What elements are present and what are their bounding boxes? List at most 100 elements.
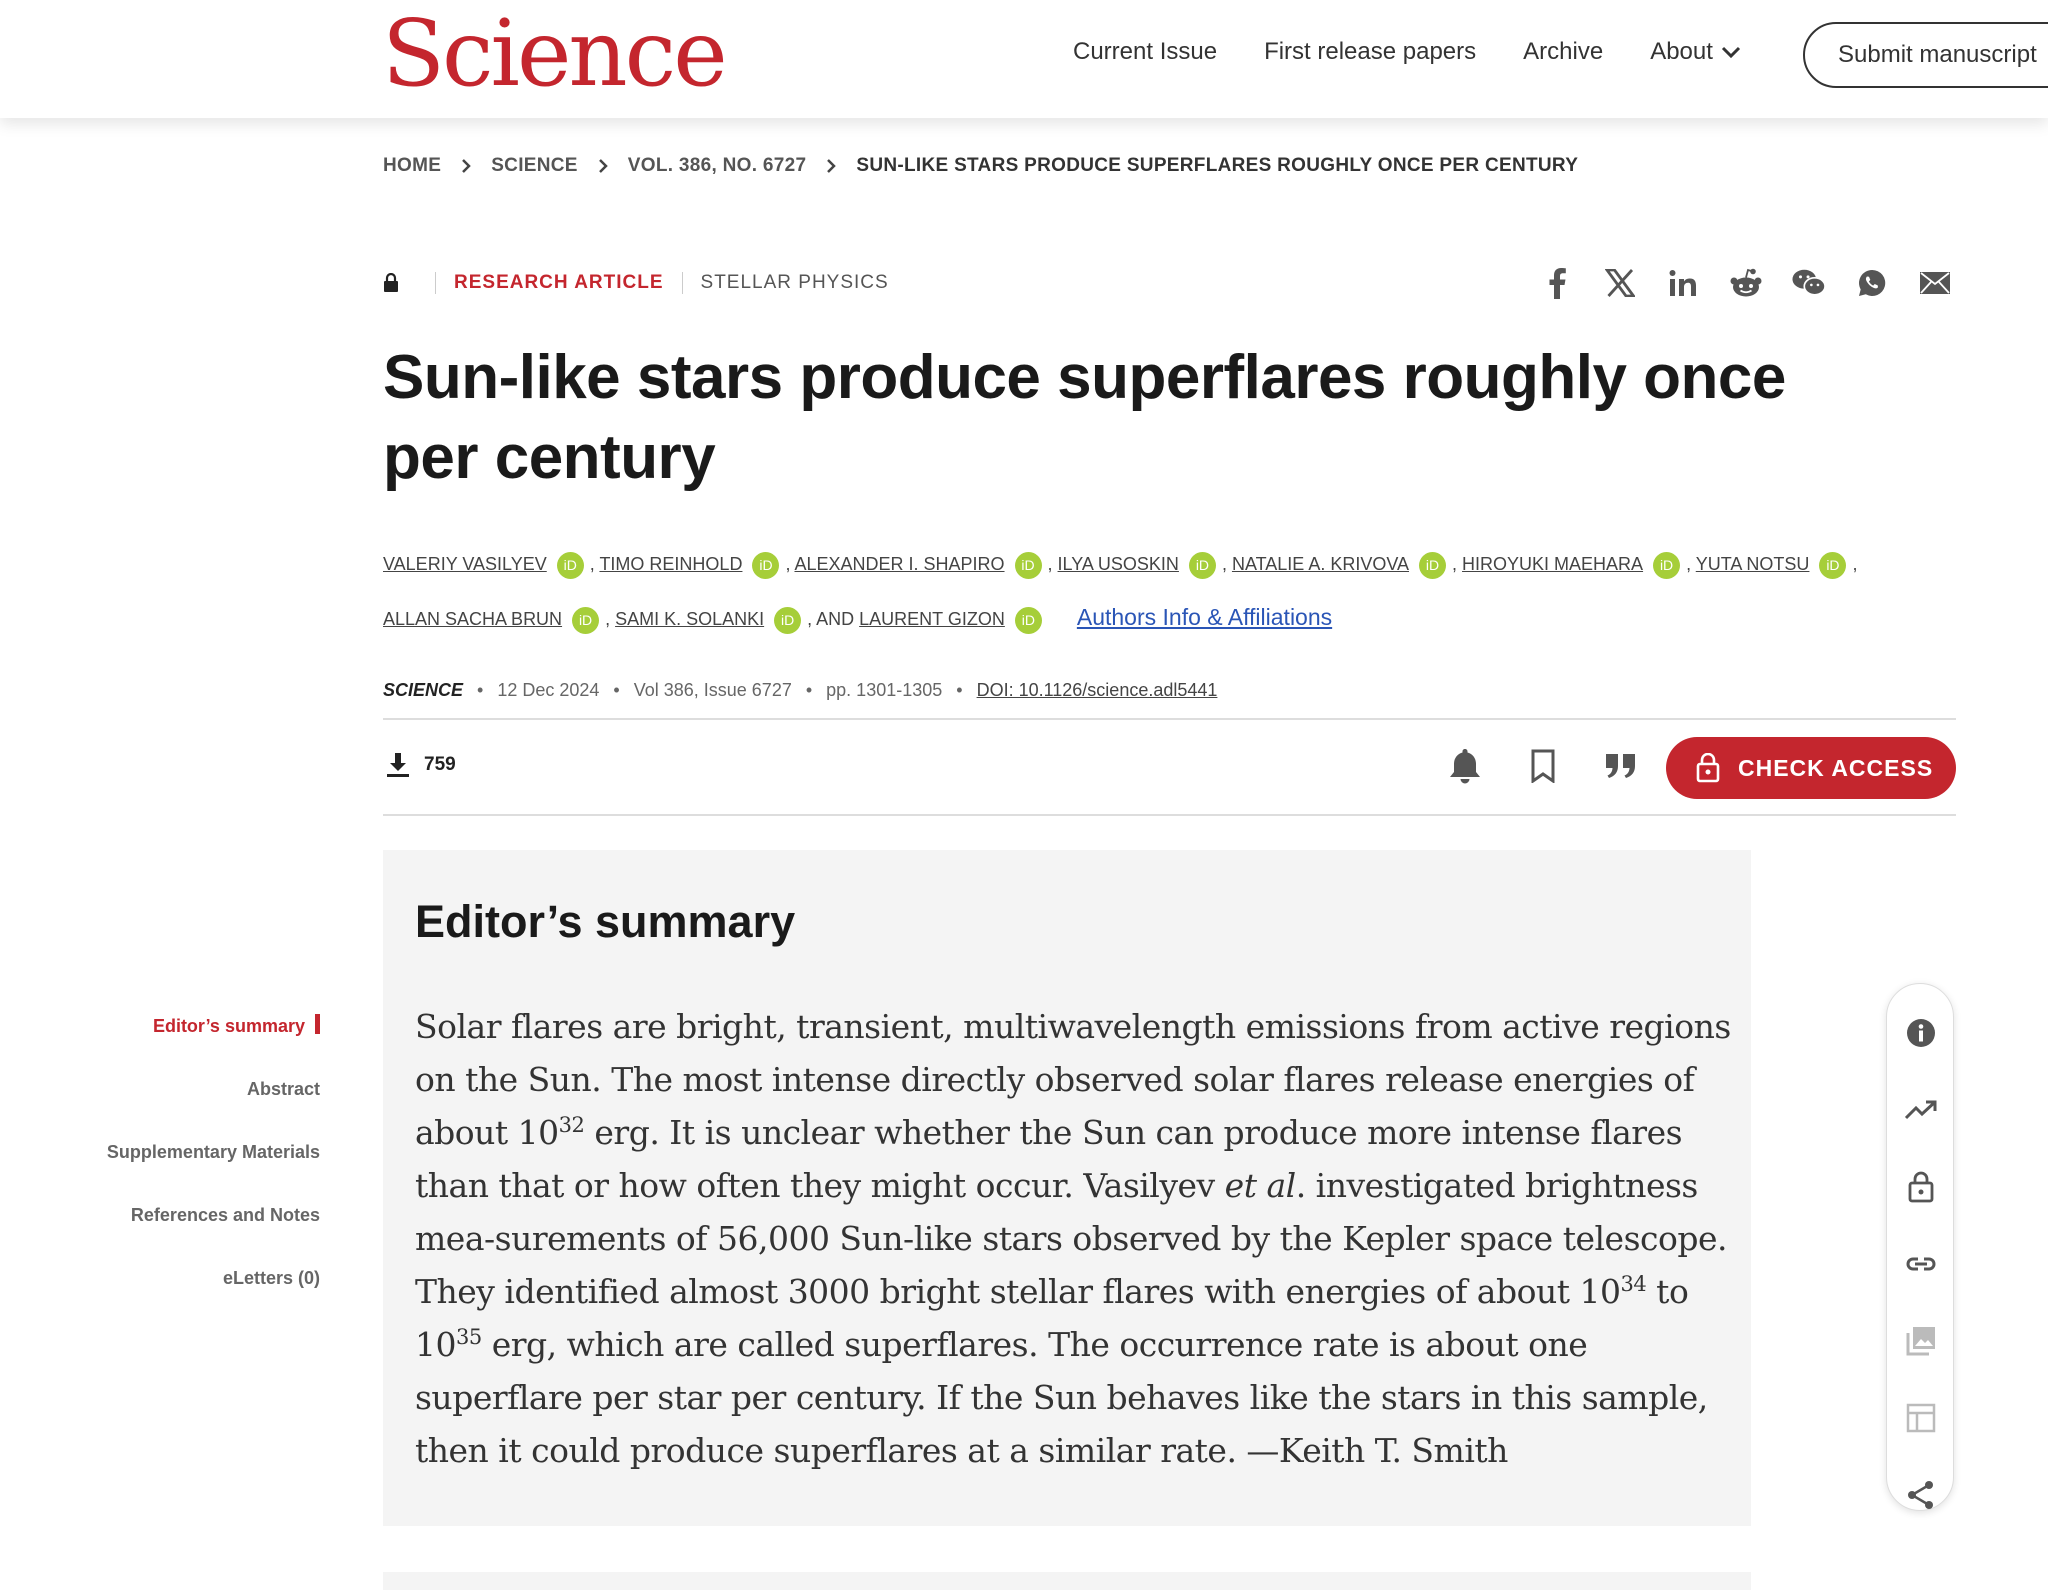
- author-link[interactable]: ALLAN SACHA BRUN: [383, 609, 562, 629]
- cite-quote-icon[interactable]: [1599, 744, 1643, 788]
- editors-summary-section: Editor’s summary Solar flares are bright…: [383, 850, 1751, 1526]
- author-link[interactable]: SAMI K. SOLANKI: [615, 609, 764, 629]
- article-tools: [1443, 744, 1677, 788]
- et-al: et al: [1224, 1166, 1297, 1205]
- lock-icon: [1696, 753, 1720, 783]
- whatsapp-icon[interactable]: [1855, 266, 1889, 300]
- facebook-icon[interactable]: [1540, 266, 1574, 300]
- nav-current-issue[interactable]: Current Issue: [1073, 38, 1217, 66]
- toc-eletters[interactable]: eLetters (0): [107, 1259, 320, 1322]
- summary-text-part: erg, which are called superflares. The o…: [415, 1325, 1708, 1470]
- divider: [383, 718, 1956, 720]
- lock-icon: [383, 273, 399, 293]
- orcid-icon[interactable]: iD: [1653, 551, 1681, 579]
- authors-affiliations-link[interactable]: Authors Info & Affiliations: [1077, 604, 1332, 630]
- orcid-icon[interactable]: iD: [1819, 551, 1847, 579]
- orcid-icon[interactable]: iD: [1014, 606, 1042, 634]
- main-nav: Current Issue First release papers Archi…: [1073, 38, 1788, 66]
- submit-manuscript-button[interactable]: Submit manuscript: [1803, 22, 2048, 88]
- table-of-contents: Editor’s summary Abstract Supplementary …: [107, 1007, 320, 1322]
- orcid-icon[interactable]: iD: [1419, 551, 1447, 579]
- chevron-right-icon: [461, 158, 471, 174]
- lock-icon[interactable]: [1904, 1170, 1938, 1204]
- author-link[interactable]: ILYA USOSKIN: [1058, 554, 1179, 574]
- article-meta: RESEARCH ARTICLE STELLAR PHYSICS: [383, 272, 889, 294]
- article-title: Sun-like stars produce superflares rough…: [383, 343, 1786, 492]
- email-icon[interactable]: [1918, 266, 1952, 300]
- journal-name[interactable]: SCIENCE: [383, 680, 463, 701]
- article-subject[interactable]: STELLAR PHYSICS: [701, 272, 889, 294]
- citation-line: SCIENCE • 12 Dec 2024 • Vol 386, Issue 6…: [383, 680, 1217, 701]
- wechat-icon[interactable]: [1792, 266, 1826, 300]
- check-access-button[interactable]: CHECK ACCESS: [1666, 737, 1956, 799]
- volume-issue[interactable]: Vol 386, Issue 6727: [634, 680, 792, 701]
- divider: [383, 814, 1956, 816]
- separator-dot: •: [477, 680, 484, 700]
- chevron-down-icon: [1721, 46, 1740, 59]
- toc-abstract[interactable]: Abstract: [107, 1070, 320, 1133]
- download-icon: [387, 753, 409, 777]
- orcid-icon[interactable]: iD: [556, 551, 584, 579]
- author-link[interactable]: ALEXANDER I. SHAPIRO: [794, 554, 1004, 574]
- article-type: RESEARCH ARTICLE: [454, 272, 664, 293]
- breadcrumb-current: SUN-LIKE STARS PRODUCE SUPERFLARES ROUGH…: [856, 155, 1579, 176]
- reddit-icon[interactable]: [1729, 266, 1763, 300]
- breadcrumb: HOME SCIENCE VOL. 386, NO. 6727 SUN-LIKE…: [383, 155, 1578, 177]
- orcid-icon[interactable]: iD: [1188, 551, 1216, 579]
- author-list: VALERIY VASILYEV iD, TIMO REINHOLD iD, ALE…: [383, 538, 1943, 646]
- exponent: 35: [456, 1325, 482, 1349]
- separator-dot: •: [956, 680, 963, 700]
- downloads-value: 759: [424, 754, 456, 775]
- abstract-section: [383, 1572, 1751, 1590]
- separator-dot: •: [805, 680, 813, 700]
- chevron-right-icon: [598, 158, 608, 174]
- nav-about-label: About: [1650, 38, 1713, 65]
- author-link[interactable]: TIMO REINHOLD: [599, 554, 742, 574]
- nav-first-release[interactable]: First release papers: [1264, 38, 1476, 66]
- toc-editors-summary[interactable]: Editor’s summary: [107, 1007, 320, 1070]
- author-link[interactable]: NATALIE A. KRIVOVA: [1232, 554, 1409, 574]
- science-logo[interactable]: Science: [382, 8, 728, 100]
- nav-archive[interactable]: Archive: [1523, 38, 1603, 66]
- downloads-count: 759: [386, 752, 456, 778]
- image-gallery-icon[interactable]: [1904, 1324, 1938, 1358]
- author-link[interactable]: HIROYUKI MAEHARA: [1462, 554, 1643, 574]
- divider: [681, 272, 683, 294]
- orcid-icon[interactable]: iD: [752, 551, 780, 579]
- breadcrumb-volume[interactable]: VOL. 386, NO. 6727: [628, 155, 807, 177]
- toc-supplementary[interactable]: Supplementary Materials: [107, 1133, 320, 1196]
- author-link[interactable]: LAURENT GIZON: [859, 609, 1005, 629]
- article-side-toolbar: [1886, 983, 1954, 1511]
- toc-references[interactable]: References and Notes: [107, 1196, 320, 1259]
- doi-link[interactable]: DOI: 10.1126/science.adl5441: [977, 680, 1218, 701]
- orcid-icon[interactable]: iD: [1014, 551, 1042, 579]
- separator-dot: •: [613, 680, 620, 700]
- publication-date: 12 Dec 2024: [497, 680, 600, 700]
- linkedin-icon[interactable]: [1666, 266, 1700, 300]
- bookmark-icon[interactable]: [1521, 744, 1565, 788]
- nav-about[interactable]: About: [1650, 38, 1741, 66]
- site-header: Science Current Issue First release pape…: [0, 0, 2048, 118]
- summary-heading: Editor’s summary: [415, 896, 796, 947]
- author-link[interactable]: YUTA NOTSU: [1696, 554, 1810, 574]
- x-icon[interactable]: [1603, 266, 1637, 300]
- check-access-label: CHECK ACCESS: [1738, 754, 1934, 781]
- table-icon[interactable]: [1904, 1401, 1938, 1435]
- page-range: pp. 1301-1305: [826, 680, 943, 700]
- author-link[interactable]: VALERIY VASILYEV: [383, 554, 547, 574]
- share-icon[interactable]: [1904, 1478, 1938, 1512]
- trending-icon[interactable]: [1904, 1093, 1938, 1127]
- bell-icon[interactable]: [1443, 744, 1487, 788]
- summary-text: Solar flares are bright, transient, mult…: [415, 1000, 1733, 1477]
- exponent: 32: [558, 1113, 585, 1137]
- divider: [435, 272, 436, 294]
- and-separator: , AND: [807, 609, 855, 629]
- chevron-right-icon: [826, 158, 837, 174]
- orcid-icon[interactable]: iD: [774, 606, 802, 634]
- breadcrumb-science[interactable]: SCIENCE: [491, 155, 578, 177]
- breadcrumb-home[interactable]: HOME: [383, 155, 441, 177]
- link-icon[interactable]: [1904, 1247, 1938, 1281]
- info-icon[interactable]: [1904, 1016, 1938, 1050]
- exponent: 34: [1620, 1272, 1647, 1296]
- orcid-icon[interactable]: iD: [572, 606, 600, 634]
